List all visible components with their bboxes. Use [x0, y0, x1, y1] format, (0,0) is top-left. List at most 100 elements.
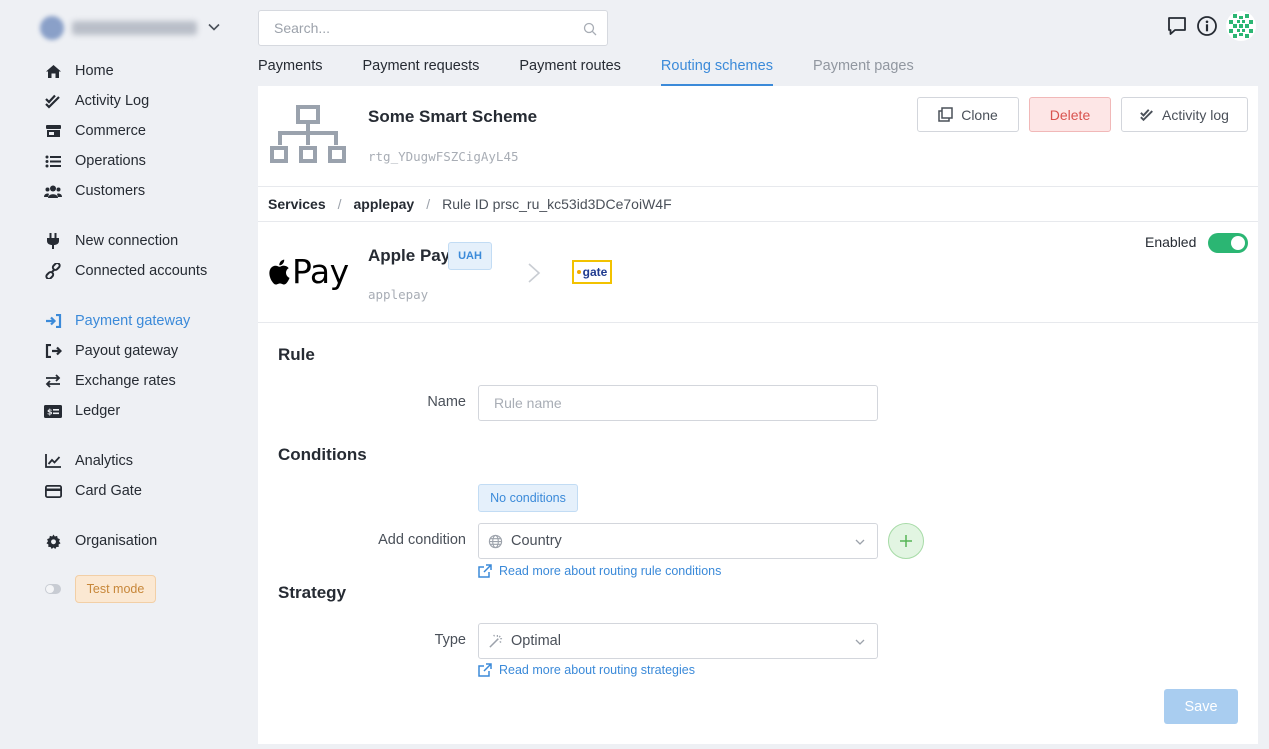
check-double-icon [44, 92, 62, 110]
sidebar-item-label: Commerce [75, 123, 146, 139]
clone-button[interactable]: Clone [917, 97, 1019, 132]
check-double-icon [1140, 108, 1154, 122]
tab-payments[interactable]: Payments [258, 58, 322, 86]
gate-provider-logo: gate [572, 260, 612, 284]
info-icon[interactable] [1196, 15, 1218, 37]
sidebar-item-payment-gateway[interactable]: Payment gateway [44, 310, 190, 332]
scheme-id: rtg_YDugwFSZCigAyL45 [368, 149, 519, 164]
service-code: applepay [368, 287, 429, 302]
clone-label: Clone [961, 106, 998, 123]
strategy-section-title: Strategy [278, 583, 347, 602]
chart-line-icon [44, 452, 62, 470]
breadcrumb-separator: / [426, 196, 431, 212]
sign-out-icon [44, 342, 62, 360]
sidebar-item-connected-accounts[interactable]: Connected accounts [44, 260, 207, 282]
enabled-toggle[interactable] [1208, 233, 1248, 253]
breadcrumb-service[interactable]: applepay [354, 196, 415, 212]
gate-logo-dot [576, 270, 581, 274]
sidebar-item-operations[interactable]: Operations [44, 150, 146, 172]
strategy-type-select[interactable]: Optimal [478, 623, 878, 659]
chevron-right-icon [528, 263, 541, 283]
sidebar-item-payout-gateway[interactable]: Payout gateway [44, 340, 178, 362]
sidebar-item-label: Activity Log [75, 93, 150, 109]
add-condition-label: Add condition [378, 532, 466, 548]
scheme-header: Some Smart Scheme rtg_YDugwFSZCigAyL45 C… [258, 86, 1258, 187]
condition-select-value: Country [511, 533, 562, 549]
list-icon [44, 152, 62, 170]
chevron-down-icon [855, 539, 865, 545]
sidebar-item-customers[interactable]: Customers [44, 180, 145, 202]
tab-payment-routes[interactable]: Payment routes [519, 58, 621, 86]
tabs: Payments Payment requests Payment routes… [258, 58, 954, 88]
gear-icon [44, 532, 62, 550]
store-icon [44, 122, 62, 140]
test-mode-badge[interactable]: Test mode [75, 575, 156, 603]
sidebar-item-organisation[interactable]: Organisation [44, 530, 157, 552]
sidebar-item-commerce[interactable]: Commerce [44, 120, 146, 142]
service-name: Apple Pay [368, 246, 451, 265]
sidebar-item-label: Analytics [75, 453, 134, 469]
sidebar-item-label: Connected accounts [75, 263, 208, 279]
name-label: Name [427, 394, 466, 410]
search-input[interactable] [259, 11, 559, 45]
apple-pay-logo-text: Pay [292, 252, 349, 291]
sidebar-item-exchange-rates[interactable]: Exchange rates [44, 370, 176, 392]
rule-name-field [478, 385, 878, 421]
breadcrumb-rule-id: Rule ID prsc_ru_kc53id3DCe7oiW4F [442, 196, 672, 212]
sidebar-item-card-gate[interactable]: Card Gate [44, 480, 142, 502]
main-card: Some Smart Scheme rtg_YDugwFSZCigAyL45 C… [258, 86, 1258, 744]
chat-icon[interactable] [1166, 15, 1188, 37]
tab-routing-schemes[interactable]: Routing schemes [660, 58, 773, 86]
apple-icon [269, 259, 290, 285]
apple-pay-logo: Pay [268, 252, 349, 291]
breadcrumb-services[interactable]: Services [268, 196, 326, 212]
rule-name-input[interactable] [479, 386, 877, 420]
conditions-section-title: Conditions [278, 445, 367, 464]
sidebar-item-label: New connection [75, 233, 179, 249]
strategies-help-link[interactable]: Read more about routing strategies [478, 663, 695, 677]
save-button[interactable]: Save [1164, 689, 1238, 724]
delete-button[interactable]: Delete [1029, 97, 1111, 132]
account-switcher[interactable] [40, 14, 230, 42]
chevron-down-icon [208, 23, 220, 31]
plug-icon [44, 232, 62, 250]
magic-wand-icon [488, 634, 503, 649]
test-mode-toggle[interactable] [45, 584, 61, 594]
sidebar-item-ledger[interactable]: $ Ledger [44, 400, 120, 422]
tab-payment-requests[interactable]: Payment requests [362, 58, 479, 86]
sidebar-item-analytics[interactable]: Analytics [44, 450, 133, 472]
globe-icon [488, 534, 503, 549]
conditions-help-link[interactable]: Read more about routing rule conditions [478, 564, 721, 578]
sidebar-item-label: Payment gateway [75, 313, 191, 329]
condition-select[interactable]: Country [478, 523, 878, 559]
service-row: Pay Apple Pay UAH applepay gate Enabled [258, 222, 1258, 323]
strategies-help-link-text: Read more about routing strategies [499, 663, 695, 677]
breadcrumb-separator: / [337, 196, 342, 212]
sidebar-item-new-connection[interactable]: New connection [44, 230, 178, 252]
tab-payment-pages[interactable]: Payment pages [813, 58, 914, 86]
money-check-icon: $ [44, 402, 62, 420]
sidebar-item-label: Operations [75, 153, 146, 169]
activity-log-button[interactable]: Activity log [1121, 97, 1248, 132]
currency-badge: UAH [448, 242, 492, 270]
account-avatar [40, 16, 64, 40]
sidebar-item-label: Organisation [75, 533, 158, 549]
conditions-help-link-text: Read more about routing rule conditions [499, 564, 722, 578]
external-link-icon [478, 663, 492, 677]
gate-logo-text: gate [582, 265, 608, 279]
chevron-down-icon [855, 639, 865, 645]
enabled-label: Enabled [1145, 234, 1197, 250]
sidebar-item-label: Payout gateway [75, 343, 179, 359]
user-pattern-avatar[interactable] [1226, 11, 1256, 41]
search-icon [583, 22, 597, 36]
add-condition-button[interactable] [888, 523, 924, 559]
sidebar-item-home[interactable]: Home [44, 60, 114, 82]
sitemap-icon [270, 105, 346, 163]
users-icon [44, 182, 62, 200]
breadcrumb: Services / applepay / Rule ID prsc_ru_kc… [258, 187, 1258, 222]
sidebar-item-activity-log[interactable]: Activity Log [44, 90, 149, 112]
no-conditions-badge: No conditions [478, 484, 578, 512]
exchange-icon [44, 372, 62, 390]
link-icon [44, 262, 62, 280]
sign-in-icon [44, 312, 62, 330]
